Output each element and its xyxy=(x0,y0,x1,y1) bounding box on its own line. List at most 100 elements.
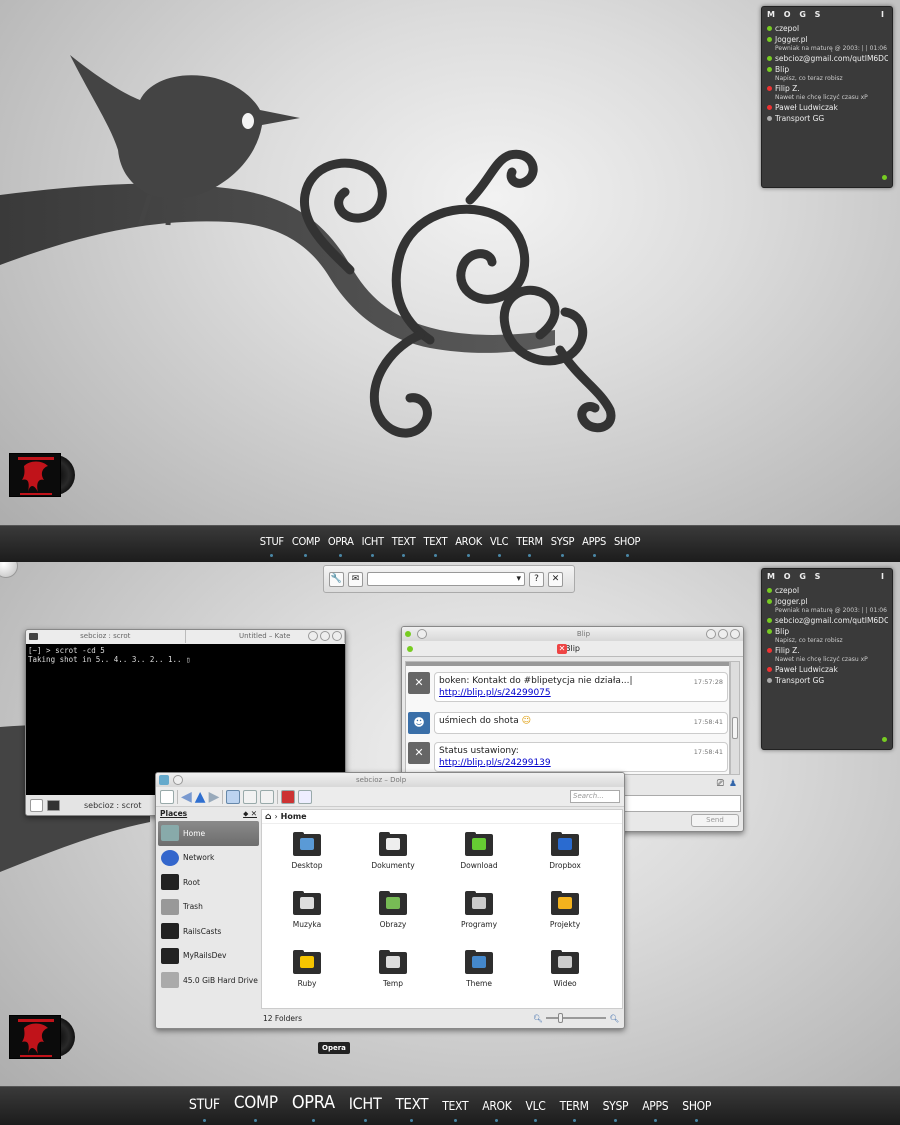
dock-item-text[interactable]: TEXT xyxy=(439,1099,471,1122)
dock-item-vlc[interactable]: VLC xyxy=(487,535,511,557)
now-playing-album[interactable] xyxy=(9,453,87,497)
status-dot-icon[interactable] xyxy=(882,175,887,180)
dock-item-comp[interactable]: COMP xyxy=(289,535,323,557)
menu-icon[interactable] xyxy=(173,775,183,785)
contact-item[interactable]: Paweł Ludwiczak xyxy=(766,664,888,675)
mail-icon[interactable]: ✉ xyxy=(348,571,363,587)
place-item[interactable]: 45.0 GiB Hard Drive xyxy=(158,968,259,993)
place-item[interactable]: RailsCasts xyxy=(158,919,259,944)
forward-arrow-icon[interactable]: ▶ xyxy=(209,789,220,805)
contact-item[interactable]: Jogger.pl Pewniak na maturę @ 2003: | | 0… xyxy=(766,34,888,53)
dock-item-shop[interactable]: SHOP xyxy=(679,1099,714,1122)
zoom-out-icon[interactable]: 🔍︎ xyxy=(533,1014,543,1023)
contact-item[interactable]: sebcioz@gmail.com/qutIM6DC... xyxy=(766,615,888,626)
dock-item-arok[interactable]: AROK xyxy=(479,1099,514,1122)
contact-item[interactable]: Filip Z. Nawet nie chcę liczyć czasu xP xyxy=(766,83,888,102)
dock-item-text[interactable]: TEXT xyxy=(420,535,450,557)
close-icon[interactable] xyxy=(332,631,342,641)
camera-icon[interactable]: ⎚ xyxy=(717,779,724,789)
zoom-in-icon[interactable]: 🔍︎ xyxy=(609,1014,619,1023)
zoom-slider[interactable] xyxy=(545,1013,607,1023)
maximize-icon[interactable] xyxy=(718,629,728,639)
folder-item[interactable]: Theme xyxy=(436,948,522,1007)
dock-item-apps[interactable]: APPS xyxy=(639,1099,671,1122)
folder-item[interactable]: Obrazy xyxy=(350,889,436,948)
contact-item[interactable]: Paweł Ludwiczak xyxy=(766,102,888,113)
minimize-icon[interactable] xyxy=(706,629,716,639)
folder-item[interactable]: Download xyxy=(436,830,522,889)
contact-item[interactable]: Transport GG xyxy=(766,675,888,686)
dock-item-icht[interactable]: ICHT xyxy=(359,535,387,557)
file-view[interactable]: ⌂ › Home Desktop Dokumenty Download Dropbox… xyxy=(261,809,623,1009)
message-link[interactable]: http://blip.pl/s/24299139 xyxy=(439,758,551,768)
icons-view-icon[interactable] xyxy=(226,789,241,804)
folder-item[interactable]: Wideo xyxy=(522,948,608,1007)
contact-item[interactable]: Jogger.pl Pewniak na maturę @ 2003: | | 0… xyxy=(766,596,888,615)
contact-item[interactable]: Transport GG xyxy=(766,113,888,124)
place-item[interactable]: Root xyxy=(158,870,259,895)
dock-item-icht[interactable]: ICHT xyxy=(346,1094,385,1122)
dock-item-text[interactable]: TEXT xyxy=(389,535,419,557)
folder-item[interactable]: Desktop xyxy=(264,830,350,889)
status-dot-icon[interactable] xyxy=(882,737,887,742)
tab-blip[interactable]: Blip ✕ xyxy=(402,641,743,657)
back-arrow-icon[interactable]: ◀ xyxy=(181,789,192,805)
zoom-slider-knob[interactable] xyxy=(557,1013,563,1023)
dock-item-stuf[interactable]: STUF xyxy=(186,1097,223,1122)
now-playing-album[interactable] xyxy=(9,1015,87,1059)
home-icon[interactable]: ⌂ xyxy=(265,812,271,822)
dock-item-vlc[interactable]: VLC xyxy=(523,1099,549,1122)
columns-view-icon[interactable] xyxy=(260,789,275,804)
up-arrow-icon[interactable]: ▲ xyxy=(195,789,206,805)
scrollbar[interactable] xyxy=(730,661,740,775)
folder-item[interactable]: Dropbox xyxy=(522,830,608,889)
folder-item[interactable]: Muzyka xyxy=(264,889,350,948)
tab-kate[interactable]: Untitled – Kate xyxy=(186,630,345,643)
minimize-icon[interactable] xyxy=(308,631,318,641)
info-icon[interactable]: I xyxy=(881,10,887,19)
dock-item-opra[interactable]: OPRA xyxy=(289,1092,338,1122)
folder-item[interactable]: Projekty xyxy=(522,889,608,948)
split-view-icon[interactable] xyxy=(298,789,313,804)
search-input[interactable]: Search... xyxy=(570,790,620,803)
dock-item-comp[interactable]: COMP xyxy=(231,1093,281,1122)
folder-item[interactable]: Ruby xyxy=(264,948,350,1007)
tab-terminal[interactable]: sebcioz : scrot xyxy=(26,630,186,643)
address-dropdown[interactable] xyxy=(367,572,525,586)
folder-item[interactable]: Temp xyxy=(350,948,436,1007)
info-icon[interactable]: I xyxy=(881,572,887,581)
close-icon[interactable]: ✕ xyxy=(408,742,430,764)
dock-item-apps[interactable]: APPS xyxy=(579,535,609,557)
send-button[interactable]: Send xyxy=(691,814,739,827)
maximize-icon[interactable] xyxy=(320,631,330,641)
user-icon[interactable]: ♟ xyxy=(729,779,737,789)
place-item[interactable]: Network xyxy=(158,846,259,871)
dock-item-opra[interactable]: OPRA xyxy=(325,535,357,557)
message-link[interactable]: http://blip.pl/s/24299075 xyxy=(439,688,551,698)
help-button[interactable]: ? xyxy=(529,571,544,587)
folder-item[interactable]: Dokumenty xyxy=(350,830,436,889)
contact-item[interactable]: czepol xyxy=(766,23,888,34)
place-item[interactable]: Home xyxy=(158,821,259,846)
contact-item[interactable]: sebcioz@gmail.com/qutIM6DC... xyxy=(766,53,888,64)
close-icon[interactable] xyxy=(730,629,740,639)
dock-item-arok[interactable]: AROK xyxy=(452,535,485,557)
panel-controls[interactable]: ⬥ ✕ xyxy=(243,809,257,821)
close-tab-icon[interactable]: ✕ xyxy=(557,644,567,654)
scrollbar-thumb[interactable] xyxy=(732,717,738,739)
wrench-icon[interactable]: 🔧 xyxy=(329,571,344,587)
dock-item-sysp[interactable]: SYSP xyxy=(548,535,577,557)
dock-item-stuf[interactable]: STUF xyxy=(257,535,287,557)
dock-item-sysp[interactable]: SYSP xyxy=(600,1099,632,1122)
preview-icon[interactable] xyxy=(281,789,296,804)
folder-item[interactable]: Programy xyxy=(436,889,522,948)
contact-item[interactable]: Blip Napisz, co teraz robisz xyxy=(766,64,888,83)
message-list[interactable]: ✕ boken: Kontakt do #blipetycja nie dział… xyxy=(405,661,730,775)
menu-icon[interactable] xyxy=(417,629,427,639)
dock-item-shop[interactable]: SHOP xyxy=(611,535,643,557)
contact-item[interactable]: czepol xyxy=(766,585,888,596)
place-item[interactable]: Trash xyxy=(158,895,259,920)
avatar-icon[interactable]: ☻ xyxy=(408,712,430,734)
breadcrumb-home[interactable]: Home xyxy=(281,812,307,821)
close-icon[interactable]: ✕ xyxy=(408,672,430,694)
